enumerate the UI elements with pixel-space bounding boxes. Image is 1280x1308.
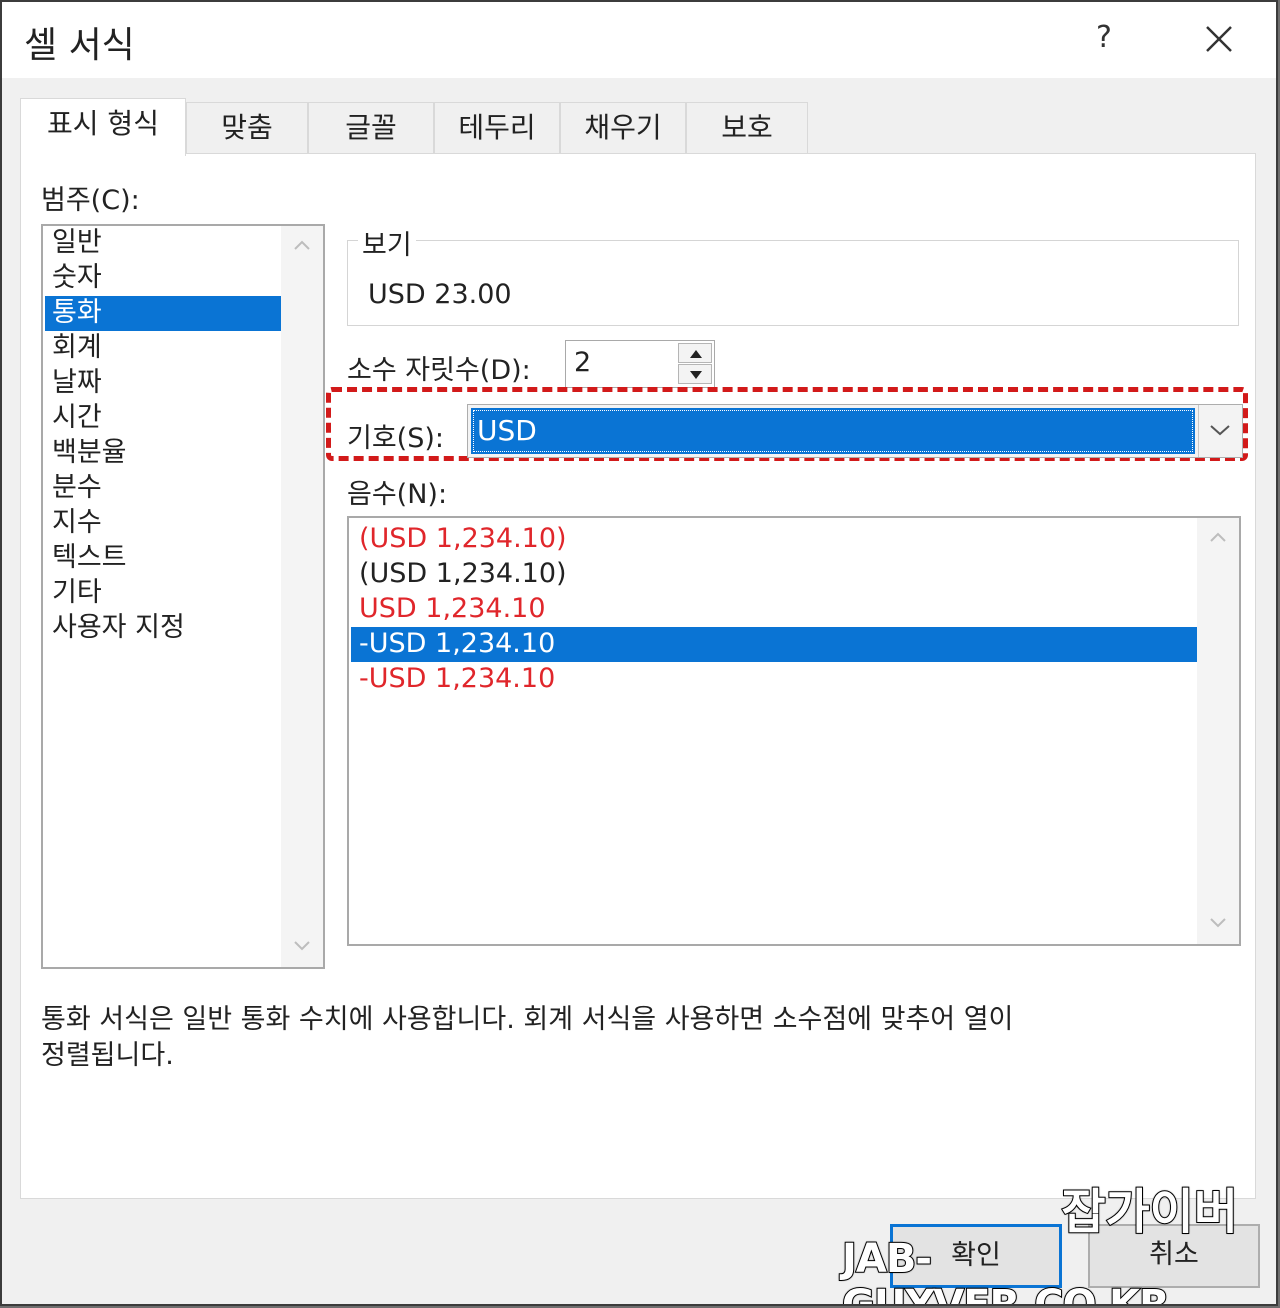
triangle-up-icon — [690, 350, 702, 358]
category-item-general[interactable]: 일반 — [45, 226, 281, 261]
category-list[interactable]: 일반 숫자 통화 회계 날짜 시간 백분율 분수 지수 텍스트 기타 사용자 지… — [41, 224, 325, 969]
triangle-down-icon — [690, 371, 702, 379]
category-item-date[interactable]: 날짜 — [45, 366, 281, 401]
negative-format-item[interactable]: (USD 1,234.10) — [351, 557, 1197, 592]
description-line-1: 통화 서식은 일반 통화 수치에 사용합니다. 회계 서식을 사용하면 소수점에… — [41, 1004, 1014, 1035]
decimal-places-value: 2 — [574, 347, 592, 378]
dialog-title: 셀 서식 — [24, 25, 135, 66]
scroll-down-button[interactable] — [1197, 904, 1239, 944]
category-item-number[interactable]: 숫자 — [45, 261, 281, 296]
scroll-up-button[interactable] — [281, 226, 323, 266]
number-tab-panel: 범주(C): 일반 숫자 통화 회계 날짜 시간 백분율 분수 지수 텍스트 기… — [20, 153, 1256, 1199]
preview-value: USD 23.00 — [368, 279, 512, 310]
category-item-accounting[interactable]: 회계 — [45, 331, 281, 366]
spin-up-button[interactable] — [678, 343, 712, 363]
category-label: 범주(C): — [41, 185, 140, 216]
decimal-spinner[interactable] — [678, 343, 712, 385]
category-item-text[interactable]: 텍스트 — [45, 541, 281, 576]
help-button[interactable]: ? — [1096, 20, 1112, 55]
chevron-down-icon — [294, 941, 310, 951]
watermark-url: JAB-GUYVER.CO.KR — [841, 1235, 1171, 1306]
category-item-time[interactable]: 시간 — [45, 401, 281, 436]
category-scrollbar[interactable] — [281, 226, 323, 967]
watermark: 잡가이버 JAB-GUYVER.CO.KR — [841, 1172, 1268, 1304]
chevron-up-icon — [294, 240, 310, 250]
scroll-up-button[interactable] — [1197, 518, 1239, 558]
preview-group: 보기 USD 23.00 — [347, 223, 1239, 326]
decimal-places-label: 소수 자릿수(D): — [347, 355, 531, 386]
tab-font[interactable]: 글꼴 — [308, 102, 434, 154]
category-item-special[interactable]: 기타 — [45, 576, 281, 611]
description-line-2: 정렬됩니다. — [41, 1040, 174, 1071]
category-item-currency[interactable]: 통화 — [45, 296, 281, 331]
decimal-places-input[interactable]: 2 — [565, 340, 715, 388]
category-item-percentage[interactable]: 백분율 — [45, 436, 281, 471]
format-description: 통화 서식은 일반 통화 수치에 사용합니다. 회계 서식을 사용하면 소수점에… — [41, 1002, 1161, 1074]
format-cells-dialog: 셀 서식 ? 표시 형식 맞춤 글꼴 테두리 채우기 보호 범주(C): 일반 … — [0, 0, 1278, 1306]
close-button[interactable] — [1194, 14, 1244, 64]
close-icon — [1206, 26, 1232, 52]
symbol-selected-value: USD — [471, 408, 1195, 454]
tab-protection[interactable]: 보호 — [686, 102, 808, 154]
negative-format-item[interactable]: -USD 1,234.10 — [351, 662, 1197, 697]
preview-legend: 보기 — [358, 223, 416, 262]
negative-format-item[interactable]: USD 1,234.10 — [351, 592, 1197, 627]
tab-alignment[interactable]: 맞춤 — [186, 102, 308, 154]
chevron-down-icon — [1210, 918, 1226, 928]
tab-number[interactable]: 표시 형식 — [20, 98, 186, 156]
category-item-custom[interactable]: 사용자 지정 — [45, 611, 281, 646]
negative-numbers-label: 음수(N): — [347, 479, 448, 510]
symbol-label: 기호(S): — [347, 423, 444, 454]
tab-border[interactable]: 테두리 — [434, 102, 560, 154]
symbol-dropdown-button[interactable] — [1198, 405, 1242, 457]
title-bar: 셀 서식 ? — [2, 2, 1276, 78]
chevron-down-icon — [1210, 425, 1230, 436]
negative-format-item-selected[interactable]: -USD 1,234.10 — [351, 627, 1197, 662]
negative-list-scrollbar[interactable] — [1197, 518, 1239, 944]
negative-numbers-list[interactable]: (USD 1,234.10) (USD 1,234.10) USD 1,234.… — [347, 516, 1241, 946]
scroll-down-button[interactable] — [281, 927, 323, 967]
symbol-dropdown[interactable]: USD — [467, 404, 1243, 458]
tab-fill[interactable]: 채우기 — [560, 102, 686, 154]
spin-down-button[interactable] — [678, 364, 712, 384]
chevron-up-icon — [1210, 532, 1226, 542]
watermark-title: 잡가이버 — [1060, 1183, 1239, 1241]
category-item-scientific[interactable]: 지수 — [45, 506, 281, 541]
category-item-fraction[interactable]: 분수 — [45, 471, 281, 506]
negative-format-item[interactable]: (USD 1,234.10) — [351, 522, 1197, 557]
